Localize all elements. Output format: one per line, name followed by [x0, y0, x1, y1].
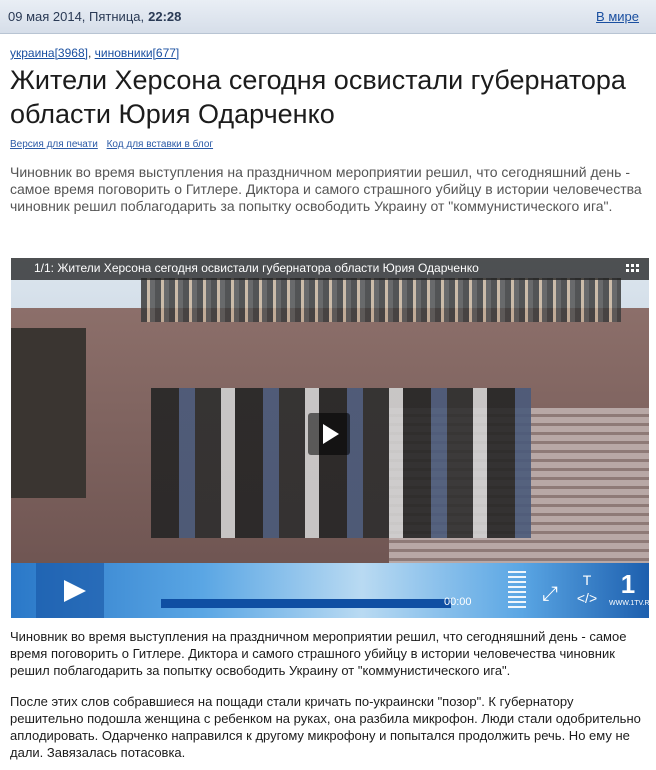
- tag-ukraine[interactable]: украина[3968]: [10, 46, 88, 60]
- playlist-grid-icon[interactable]: [626, 263, 639, 274]
- tag-separator: ,: [87, 46, 95, 60]
- player-controls: 00:00 ⤢ T </> 1WWW.1TV.RU: [11, 563, 649, 618]
- tag-officials[interactable]: чиновники[677]: [95, 46, 180, 60]
- print-version-link[interactable]: Версия для печати: [10, 139, 98, 150]
- volume-icon[interactable]: [508, 571, 526, 611]
- embed-code-icon: </>: [576, 590, 598, 606]
- video-frame-crowd: [141, 278, 621, 322]
- channel-one-logo: 1WWW.1TV.RU: [609, 568, 649, 613]
- video-title-bar: 1/1: Жители Херсона сегодня освистали гу…: [11, 258, 649, 280]
- world-section-link[interactable]: В мире: [596, 9, 639, 24]
- date-text: 09 мая 2014, Пятница,: [8, 9, 145, 24]
- play-button[interactable]: [36, 563, 104, 618]
- video-player[interactable]: 1/1: Жители Херсона сегодня освистали гу…: [11, 258, 649, 618]
- article-paragraph-2: После этих слов собравшиеся на пощади ст…: [10, 694, 641, 760]
- text-icon: T: [582, 572, 592, 588]
- progress-bar[interactable]: [161, 599, 451, 608]
- article-lead: Чиновник во время выступления на праздни…: [10, 164, 642, 214]
- article-title: Жители Херсона сегодня освистали губерна…: [10, 65, 626, 129]
- time-display: 00:00: [444, 596, 472, 608]
- top-bar: 09 мая 2014, Пятница, 22:28 В мире: [0, 0, 656, 34]
- transcript-code-button[interactable]: T </>: [573, 571, 601, 613]
- blog-embed-link[interactable]: Код для вставки в блог: [107, 139, 213, 150]
- tag-list: украина[3968], чиновники[677]: [10, 46, 179, 60]
- logo-url: WWW.1TV.RU: [609, 600, 649, 607]
- article-links: Версия для печати Код для вставки в блог: [10, 139, 219, 150]
- video-frame-people: [151, 388, 531, 538]
- logo-mark: 1: [620, 569, 636, 599]
- video-title: 1/1: Жители Херсона сегодня освистали гу…: [34, 261, 479, 275]
- time-text: 22:28: [148, 9, 182, 24]
- date-time: 09 мая 2014, Пятница, 22:28: [8, 9, 181, 24]
- video-frame-plaque: [11, 328, 86, 498]
- article-paragraph-1: Чиновник во время выступления на праздни…: [10, 629, 627, 678]
- fullscreen-icon[interactable]: ⤢: [539, 583, 561, 605]
- center-play-button[interactable]: [308, 413, 350, 455]
